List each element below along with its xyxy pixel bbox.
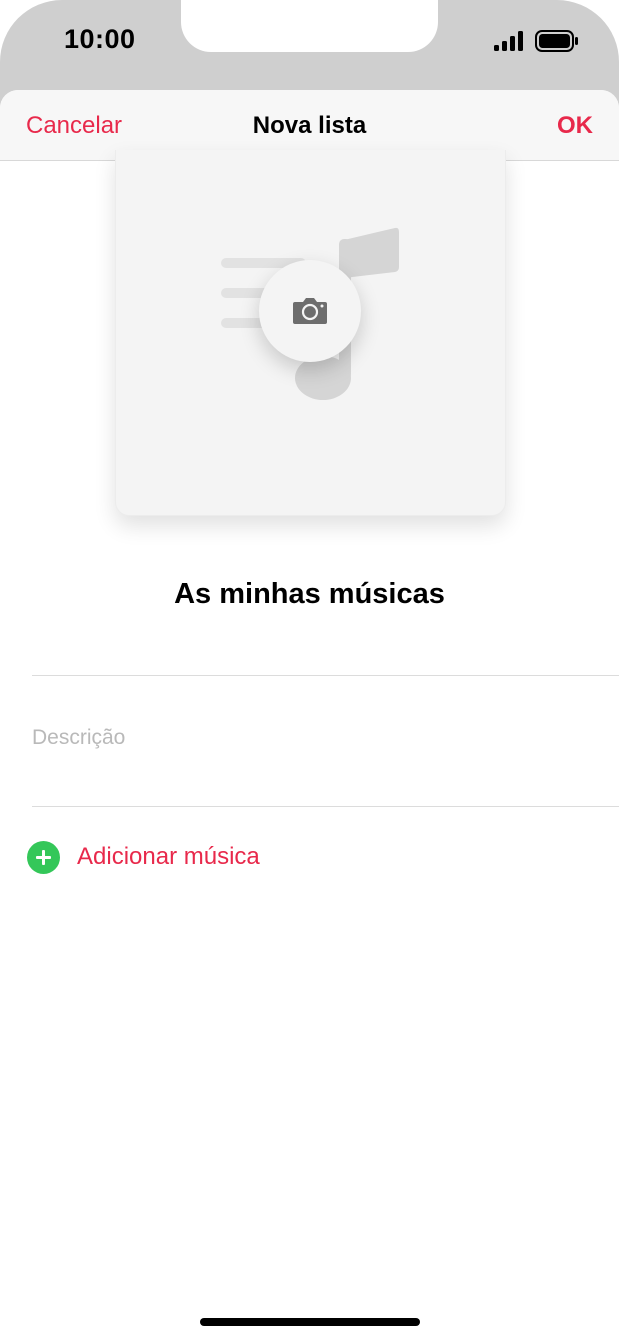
playlist-name-field[interactable]: As minhas músicas <box>0 578 619 611</box>
add-music-button[interactable]: Adicionar música <box>27 837 260 877</box>
page-title: Nova lista <box>252 112 367 139</box>
choose-photo-button[interactable] <box>259 260 361 362</box>
battery-icon <box>535 30 578 52</box>
status-time: 10:00 <box>64 24 136 54</box>
add-music-label: Adicionar música <box>77 843 260 870</box>
home-indicator <box>200 1318 420 1326</box>
description-input[interactable] <box>32 718 592 758</box>
camera-icon <box>293 298 327 324</box>
signal-icon <box>494 31 523 51</box>
add-icon <box>27 840 60 874</box>
new-playlist-sheet: Cancelar Nova lista OK As minhas músicas… <box>0 90 619 1340</box>
ok-button[interactable]: OK <box>557 112 593 140</box>
divider <box>32 675 619 676</box>
divider <box>32 806 619 807</box>
notch <box>181 0 438 52</box>
playlist-artwork <box>115 150 506 516</box>
